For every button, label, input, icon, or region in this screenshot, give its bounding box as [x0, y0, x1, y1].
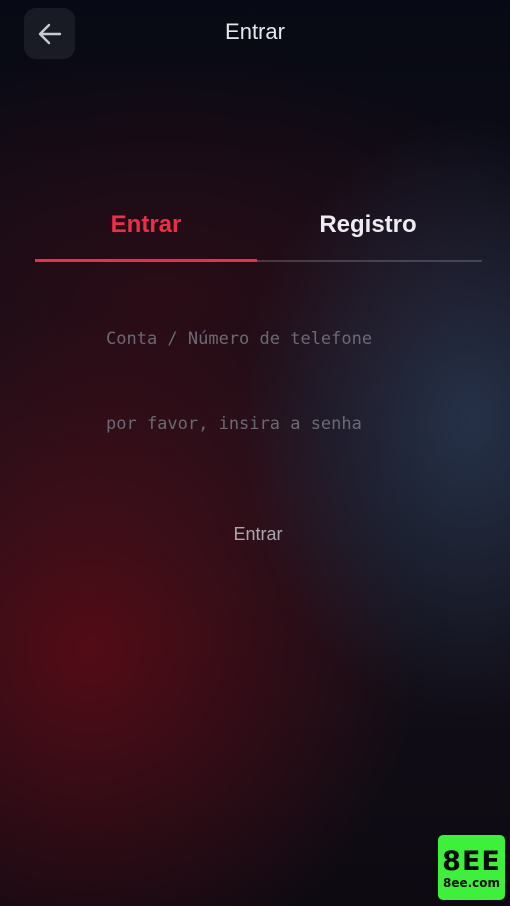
account-input[interactable]: [100, 319, 432, 359]
auth-tabs: Entrar Registro: [35, 204, 482, 262]
tab-entrar[interactable]: Entrar: [35, 204, 257, 260]
login-submit-button[interactable]: Entrar: [155, 514, 361, 554]
brand-logo-text: 8EE: [442, 846, 501, 877]
login-screen: Entrar Entrar Registro Entrar 8EE 8ee.co…: [0, 0, 510, 906]
brand-logo[interactable]: 8EE 8ee.com: [438, 835, 505, 900]
active-tab-indicator: [35, 259, 257, 262]
page-title: Entrar: [225, 19, 285, 44]
tab-registro[interactable]: Registro: [257, 204, 479, 260]
brand-logo-domain: 8ee.com: [442, 876, 501, 890]
password-input[interactable]: [100, 404, 432, 444]
